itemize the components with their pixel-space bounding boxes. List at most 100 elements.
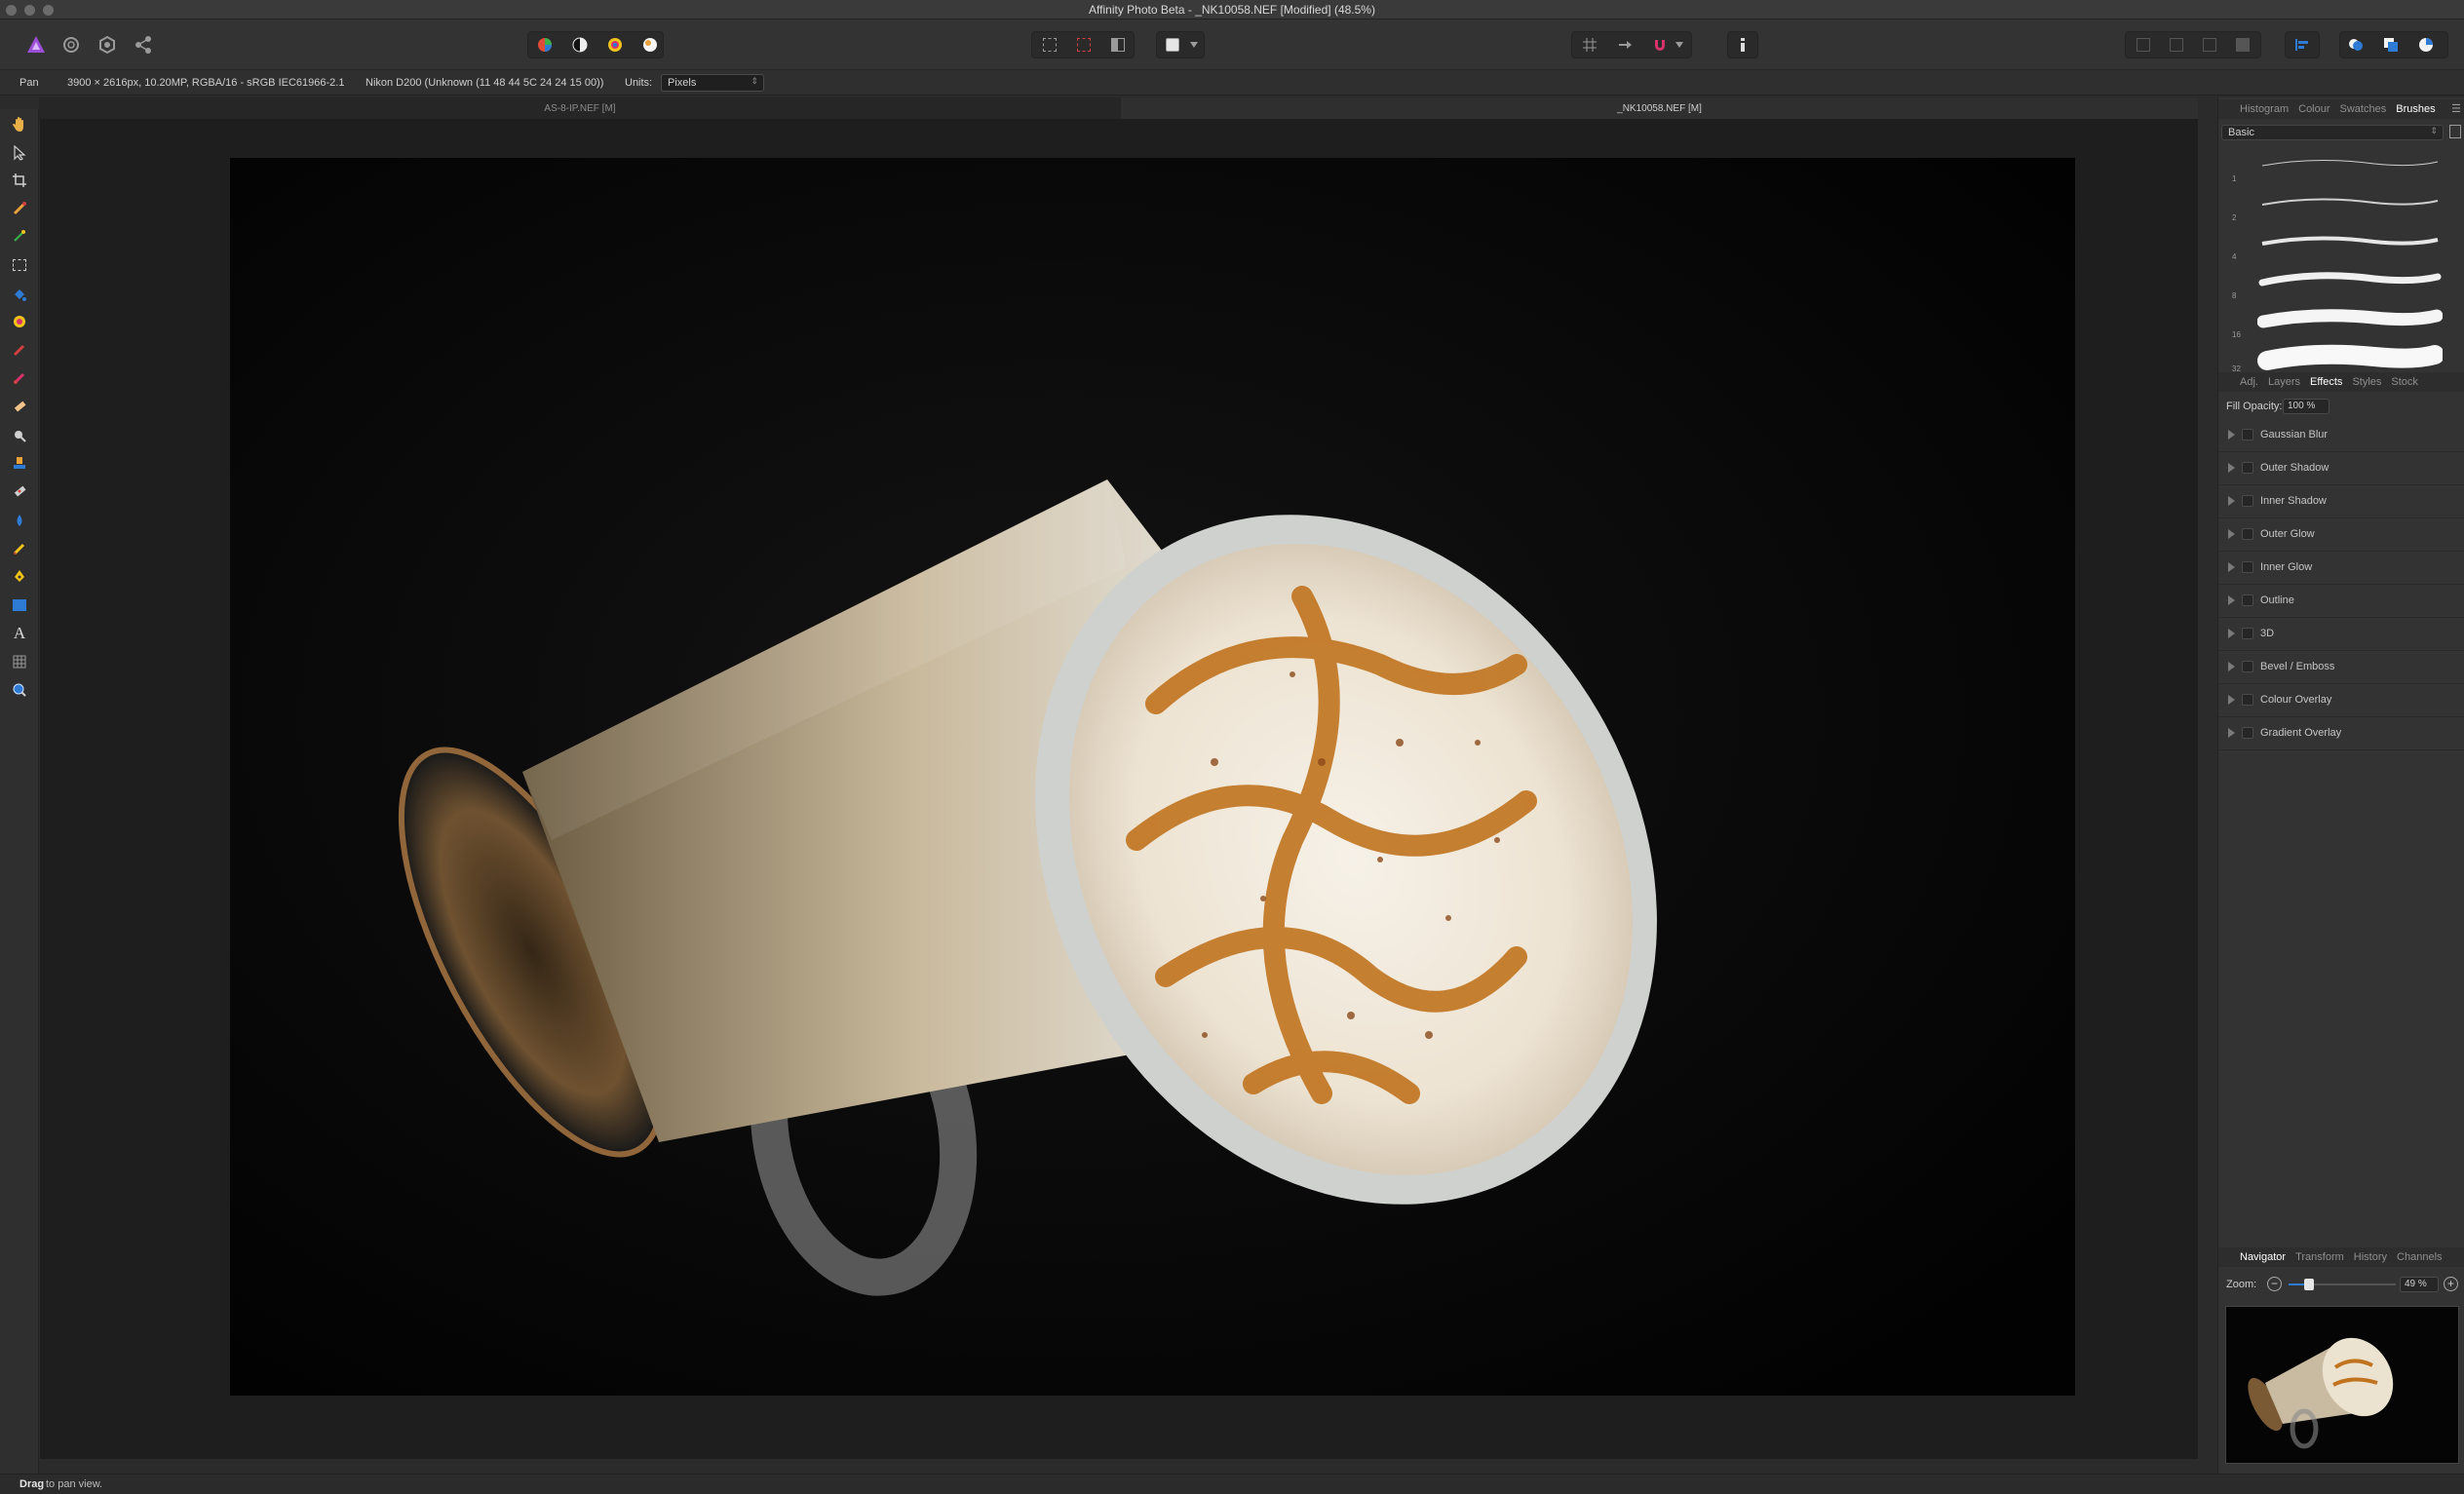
view-tool-icon[interactable]	[10, 115, 29, 134]
brush-row-2[interactable]: 2	[2218, 187, 2464, 226]
zoom-tool-icon[interactable]	[10, 680, 29, 700]
move-to-back-icon[interactable]	[2131, 32, 2156, 57]
effect-gradient-overlay[interactable]: Gradient Overlay	[2218, 717, 2464, 750]
pencil-tool-icon[interactable]	[10, 539, 29, 558]
effect-checkbox[interactable]	[2242, 694, 2253, 706]
effect-3d[interactable]: 3D	[2218, 618, 2464, 651]
paint-brush-tool-icon[interactable]	[10, 340, 29, 360]
effect-inner-glow[interactable]: Inner Glow	[2218, 552, 2464, 585]
expand-arrow-icon[interactable]	[2228, 529, 2235, 539]
tab-effects[interactable]: Effects	[2310, 376, 2342, 388]
zoom-slider-handle[interactable]	[2304, 1279, 2314, 1290]
tab-navigator[interactable]: Navigator	[2240, 1251, 2286, 1263]
brush-row-5[interactable]: 16	[2218, 304, 2464, 343]
clone-tool-icon[interactable]	[10, 453, 29, 473]
expand-arrow-icon[interactable]	[2228, 562, 2235, 572]
effect-checkbox[interactable]	[2242, 594, 2253, 606]
tab-channels[interactable]: Channels	[2397, 1251, 2442, 1263]
auto-levels-icon[interactable]	[532, 32, 558, 57]
liquify-persona-icon[interactable]	[58, 32, 84, 57]
guides-arrow-icon[interactable]	[1612, 32, 1637, 57]
expand-arrow-icon[interactable]	[2228, 463, 2235, 473]
brush-view-toggle-icon[interactable]	[2449, 125, 2461, 138]
snapping-dropdown-icon[interactable]	[1673, 32, 1686, 57]
effect-checkbox[interactable]	[2242, 462, 2253, 474]
brush-row-6[interactable]: 32	[2218, 343, 2464, 373]
tab-history[interactable]: History	[2354, 1251, 2387, 1263]
effect-outline[interactable]: Outline	[2218, 585, 2464, 618]
expand-arrow-icon[interactable]	[2228, 662, 2235, 671]
zoom-out-icon[interactable]: −	[2267, 1277, 2282, 1291]
photo-persona-icon[interactable]	[23, 32, 49, 57]
blur-brush-tool-icon[interactable]	[10, 511, 29, 530]
text-tool-icon[interactable]: A	[10, 624, 29, 643]
effect-checkbox[interactable]	[2242, 495, 2253, 507]
document-tab-1[interactable]: AS-8-IP.NEF [M]	[39, 97, 1121, 119]
auto-colour-icon[interactable]	[602, 32, 628, 57]
effect-gaussian-blur[interactable]: Gaussian Blur	[2218, 419, 2464, 452]
gradient-tool-icon[interactable]	[10, 312, 29, 331]
quick-mask-dropdown-icon[interactable]	[1187, 32, 1201, 57]
move-back-one-icon[interactable]	[2164, 32, 2189, 57]
fill-opacity-select[interactable]: 100 %	[2283, 399, 2329, 414]
effect-checkbox[interactable]	[2242, 528, 2253, 540]
expand-arrow-icon[interactable]	[2228, 430, 2235, 440]
expand-arrow-icon[interactable]	[2228, 695, 2235, 705]
align-icon[interactable]	[2290, 32, 2315, 57]
expand-arrow-icon[interactable]	[2228, 728, 2235, 738]
effect-checkbox[interactable]	[2242, 628, 2253, 639]
move-forward-one-icon[interactable]	[2197, 32, 2222, 57]
brush-row-1[interactable]: 1	[2218, 148, 2464, 187]
auto-contrast-icon[interactable]	[567, 32, 593, 57]
selection-brush-tool-icon[interactable]	[10, 199, 29, 218]
canvas-area[interactable]	[40, 119, 2198, 1459]
effect-checkbox[interactable]	[2242, 561, 2253, 573]
info-icon[interactable]	[1730, 32, 1755, 57]
effect-outer-shadow[interactable]: Outer Shadow	[2218, 452, 2464, 485]
mesh-warp-tool-icon[interactable]	[10, 652, 29, 671]
marquee-tool-icon[interactable]	[10, 255, 29, 275]
quick-mask-icon[interactable]	[1160, 32, 1185, 57]
effect-checkbox[interactable]	[2242, 661, 2253, 672]
effect-outer-glow[interactable]: Outer Glow	[2218, 518, 2464, 552]
expand-arrow-icon[interactable]	[2228, 496, 2235, 506]
tab-colour[interactable]: Colour	[2298, 103, 2329, 115]
flood-select-tool-icon[interactable]	[10, 226, 29, 246]
units-select[interactable]: Pixels ⇕	[661, 74, 764, 92]
navigator-preview[interactable]	[2225, 1306, 2459, 1464]
expand-arrow-icon[interactable]	[2228, 595, 2235, 605]
move-to-front-icon[interactable]	[2230, 32, 2255, 57]
tab-adjustments[interactable]: Adj.	[2240, 376, 2258, 388]
effect-bevel-emboss[interactable]: Bevel / Emboss	[2218, 651, 2464, 684]
snapping-magnet-icon[interactable]	[1647, 32, 1673, 57]
boolean-intersect-icon[interactable]	[2413, 32, 2439, 57]
move-tool-icon[interactable]	[10, 143, 29, 163]
export-persona-icon[interactable]	[131, 32, 156, 57]
crop-tool-icon[interactable]	[10, 171, 29, 190]
rectangle-tool-icon[interactable]	[10, 595, 29, 615]
boolean-subtract-icon[interactable]	[2378, 32, 2404, 57]
zoom-value-field[interactable]: 49 %	[2400, 1277, 2439, 1292]
healing-brush-tool-icon[interactable]	[10, 481, 29, 501]
tab-styles[interactable]: Styles	[2352, 376, 2381, 388]
dodge-tool-icon[interactable]	[10, 426, 29, 445]
grid-icon[interactable]	[1577, 32, 1602, 57]
tab-brushes[interactable]: Brushes	[2396, 103, 2435, 115]
brush-row-4[interactable]: 8	[2218, 265, 2464, 304]
boolean-add-icon[interactable]	[2343, 32, 2368, 57]
brush-category-select[interactable]: Basic ⇕	[2221, 125, 2444, 140]
effect-inner-shadow[interactable]: Inner Shadow	[2218, 485, 2464, 518]
auto-white-balance-icon[interactable]	[637, 32, 663, 57]
panel-menu-icon[interactable]: ☰	[2451, 102, 2461, 115]
flood-fill-tool-icon[interactable]	[10, 285, 29, 304]
colour-replacement-tool-icon[interactable]	[10, 368, 29, 388]
expand-arrow-icon[interactable]	[2228, 629, 2235, 638]
develop-persona-icon[interactable]	[95, 32, 120, 57]
tab-stock[interactable]: Stock	[2391, 376, 2418, 388]
deselect-icon[interactable]	[1071, 32, 1097, 57]
erase-brush-tool-icon[interactable]	[10, 397, 29, 416]
effect-checkbox[interactable]	[2242, 429, 2253, 441]
document-tab-2[interactable]: _NK10058.NEF [M]	[1121, 97, 2198, 119]
select-all-icon[interactable]	[1037, 32, 1062, 57]
tab-transform[interactable]: Transform	[2295, 1251, 2344, 1263]
